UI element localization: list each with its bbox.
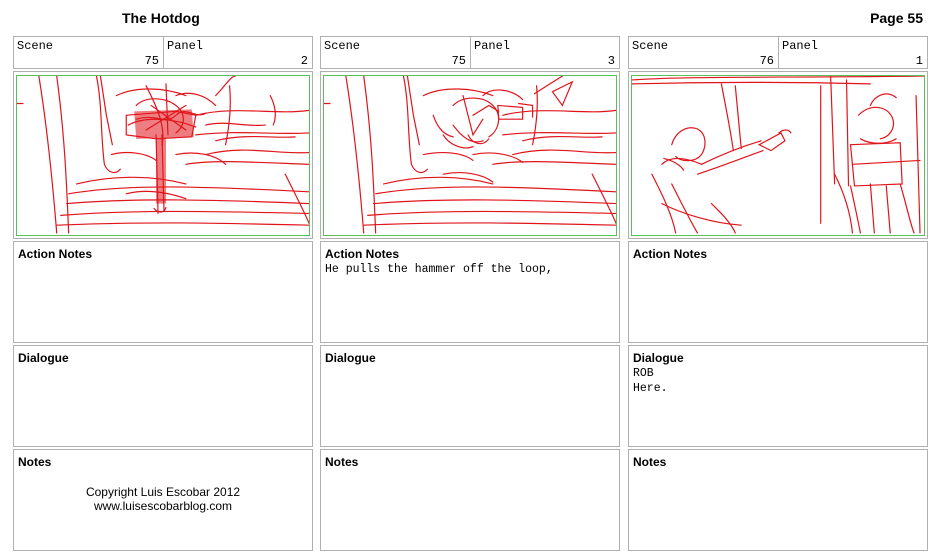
dialogue-heading: Dialogue	[325, 351, 376, 365]
document-title: The Hotdog	[122, 10, 200, 26]
dialogue-box: Dialogue ROB Here.	[628, 345, 928, 447]
storyboard-frame	[320, 71, 620, 239]
storyboard-column-2: Scene 75 Panel 3 Action Notes He pulls t…	[320, 36, 620, 551]
action-notes-heading: Action Notes	[325, 247, 400, 261]
notes-box: Notes	[320, 449, 620, 551]
action-notes-heading: Action Notes	[633, 247, 708, 261]
notes-heading: Notes	[633, 455, 667, 469]
scene-panel-header: Scene 75 Panel 2	[13, 36, 313, 69]
copyright-line: Copyright Luis Escobar 2012	[85, 485, 241, 499]
panel-label: Panel	[782, 39, 819, 53]
dialogue-box: Dialogue	[13, 345, 313, 447]
panel-label: Panel	[474, 39, 511, 53]
dialogue-heading: Dialogue	[633, 351, 684, 365]
panel-number: 3	[607, 54, 615, 68]
sketch-figures-pointing	[632, 76, 924, 234]
scene-panel-header: Scene 76 Panel 1	[628, 36, 928, 69]
dialogue-text: ROB Here.	[633, 367, 668, 395]
dialogue-box: Dialogue	[320, 345, 620, 447]
action-notes-box: Action Notes	[628, 241, 928, 343]
scene-panel-header: Scene 75 Panel 3	[320, 36, 620, 69]
scene-number: 76	[759, 54, 774, 68]
notes-box: Notes	[628, 449, 928, 551]
sketch-couch-hammer	[324, 76, 616, 234]
action-notes-heading: Action Notes	[18, 247, 93, 261]
sketch-couch-gun	[17, 76, 309, 234]
storyboard-column-3: Scene 76 Panel 1 Action Notes Dialogue R…	[628, 36, 928, 551]
panel-number: 1	[915, 54, 923, 68]
action-notes-box: Action Notes	[13, 241, 313, 343]
scene-label: Scene	[632, 39, 669, 53]
panel-label: Panel	[167, 39, 204, 53]
copyright-footer: Copyright Luis Escobar 2012 www.luisesco…	[13, 485, 313, 513]
dialogue-heading: Dialogue	[18, 351, 69, 365]
action-notes-box: Action Notes He pulls the hammer off the…	[320, 241, 620, 343]
notes-heading: Notes	[325, 455, 359, 469]
notes-heading: Notes	[18, 455, 52, 469]
action-notes-text: He pulls the hammer off the loop,	[325, 263, 553, 276]
scene-number: 75	[451, 54, 466, 68]
panel-number: 2	[300, 54, 308, 68]
storyboard-column-1: Scene 75 Panel 2 Action Notes Dialogue N…	[13, 36, 313, 551]
storyboard-frame	[13, 71, 313, 239]
website-line: www.luisescobarblog.com	[93, 499, 233, 513]
storyboard-frame	[628, 71, 928, 239]
scene-label: Scene	[324, 39, 361, 53]
scene-label: Scene	[17, 39, 54, 53]
scene-number: 75	[144, 54, 159, 68]
page-number: Page 55	[870, 10, 923, 26]
